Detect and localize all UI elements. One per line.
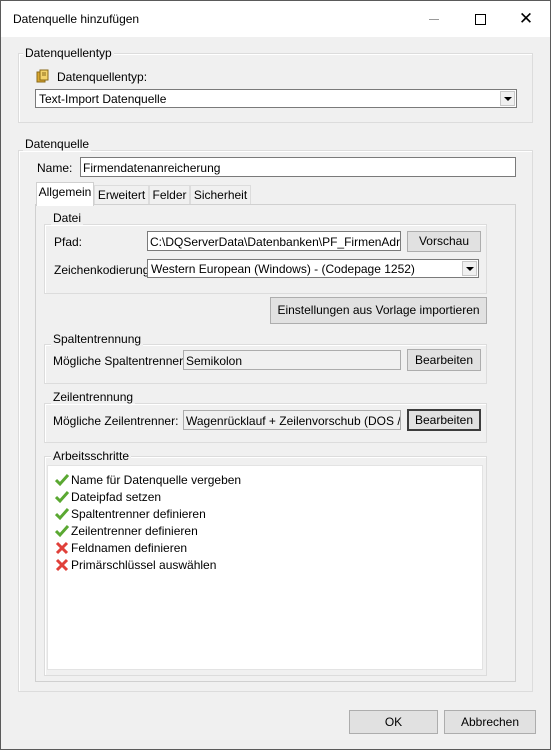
- cross-icon: [55, 541, 69, 555]
- tab-label: Felder: [152, 188, 187, 202]
- close-button[interactable]: ✕: [503, 1, 549, 37]
- tab-felder[interactable]: Felder: [149, 185, 190, 205]
- encoding-label: Zeichenkodierung:: [54, 263, 153, 277]
- step-label: Dateipfad setzen: [71, 490, 162, 504]
- row-separator-legend: Zeilentrennung: [51, 390, 136, 404]
- cancel-button-label: Abbrechen: [460, 715, 520, 729]
- datasource-icon: [36, 69, 49, 83]
- check-icon: [55, 474, 69, 487]
- step-label: Primärschlüssel auswählen: [71, 558, 217, 572]
- file-legend: Datei: [51, 211, 84, 225]
- source-type-group: [18, 53, 533, 123]
- source-type-legend: Datenquellentyp: [23, 46, 114, 60]
- steps-legend: Arbeitsschritte: [51, 449, 132, 463]
- edit-button-label: Bearbeiten: [414, 353, 474, 367]
- window-title: Datenquelle hinzufügen: [13, 12, 140, 26]
- column-separator-label: Mögliche Spaltentrenner:: [53, 354, 187, 368]
- path-input[interactable]: C:\DQServerData\Datenbanken\PF_FirmenAdr…: [147, 231, 401, 251]
- tab-label: Allgemein: [38, 185, 92, 199]
- tab-label: Erweitert: [97, 188, 146, 202]
- import-settings-label: Einstellungen aus Vorlage importieren: [277, 303, 480, 317]
- preview-button[interactable]: Vorschau: [407, 231, 481, 252]
- row-separator-edit-button[interactable]: Bearbeiten: [407, 409, 481, 431]
- column-separator-field: Semikolon: [183, 350, 401, 370]
- name-input[interactable]: Firmendatenanreicherung: [80, 157, 516, 177]
- row-separator-value: Wagenrücklauf + Zeilenvorschub (DOS / Wi…: [186, 414, 401, 428]
- edit-button-label: Bearbeiten: [414, 413, 474, 427]
- encoding-select[interactable]: Western European (Windows) - (Codepage 1…: [147, 259, 479, 278]
- close-icon: ✕: [518, 9, 534, 29]
- minimize-icon: [429, 19, 439, 20]
- path-value: C:\DQServerData\Datenbanken\PF_FirmenAdr…: [150, 235, 401, 249]
- preview-button-label: Vorschau: [418, 234, 470, 248]
- source-type-label: Datenquellentyp:: [57, 70, 148, 84]
- tab-allgemein[interactable]: Allgemein: [36, 182, 94, 206]
- name-value: Firmendatenanreicherung: [83, 161, 221, 175]
- source-type-select[interactable]: Text-Import Datenquelle: [35, 89, 517, 108]
- import-settings-button[interactable]: Einstellungen aus Vorlage importieren: [270, 297, 487, 324]
- name-label: Name:: [37, 161, 73, 175]
- check-icon: [55, 491, 69, 504]
- step-label: Zeilentrenner definieren: [71, 524, 198, 538]
- source-type-value: Text-Import Datenquelle: [39, 92, 167, 106]
- ok-button[interactable]: OK: [349, 710, 438, 734]
- maximize-button[interactable]: [457, 1, 503, 37]
- chevron-down-icon[interactable]: [462, 261, 477, 276]
- row-separator-field: Wagenrücklauf + Zeilenvorschub (DOS / Wi…: [183, 410, 401, 430]
- datasource-legend: Datenquelle: [23, 137, 92, 151]
- column-separator-value: Semikolon: [186, 354, 243, 368]
- column-separator-edit-button[interactable]: Bearbeiten: [407, 349, 481, 371]
- dialog-window: Datenquelle hinzufügen ✕ Datenquellentyp…: [0, 0, 551, 750]
- maximize-icon: [475, 14, 486, 25]
- minimize-button: [411, 1, 457, 37]
- steps-list: Name für Datenquelle vergeben Dateipfad …: [47, 465, 483, 670]
- ok-button-label: OK: [384, 715, 403, 729]
- tab-erweitert[interactable]: Erweitert: [94, 185, 149, 205]
- row-separator-label: Mögliche Zeilentrenner:: [53, 414, 179, 428]
- chevron-down-icon[interactable]: [500, 91, 515, 106]
- step-label: Name für Datenquelle vergeben: [71, 473, 242, 487]
- encoding-value: Western European (Windows) - (Codepage 1…: [151, 262, 415, 276]
- column-separator-legend: Spaltentrennung: [51, 332, 144, 346]
- title-bar[interactable]: Datenquelle hinzufügen ✕: [1, 1, 550, 37]
- tab-sicherheit[interactable]: Sicherheit: [190, 185, 251, 205]
- cancel-button[interactable]: Abbrechen: [444, 710, 536, 734]
- check-icon: [55, 525, 69, 538]
- tab-label: Sicherheit: [193, 188, 248, 202]
- step-label: Feldnamen definieren: [71, 541, 188, 555]
- step-label: Spaltentrenner definieren: [71, 507, 206, 521]
- path-label: Pfad:: [54, 235, 83, 249]
- cross-icon: [55, 558, 69, 572]
- check-icon: [55, 508, 69, 521]
